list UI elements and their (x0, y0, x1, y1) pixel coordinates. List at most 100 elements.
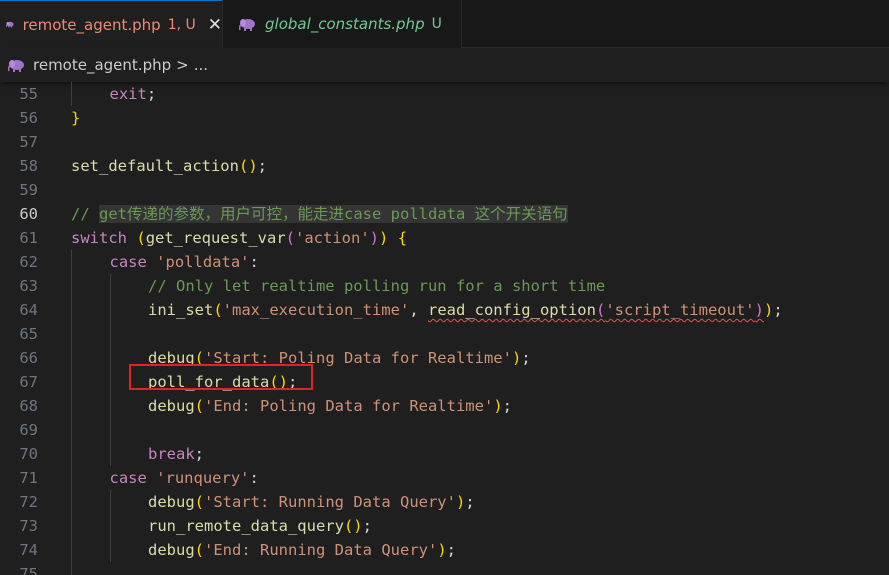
code-line[interactable]: 55 exit; (0, 82, 889, 106)
line-number: 65 (19, 325, 38, 343)
code-token: run_remote_data_query (148, 517, 344, 535)
indent-guide (109, 394, 111, 418)
breadcrumb-file[interactable]: remote_agent.php (33, 56, 171, 74)
code-line[interactable]: 73 run_remote_data_query(); (0, 514, 889, 538)
code-token: 'End: Poling Data for Realtime' (204, 397, 494, 415)
breadcrumb-more[interactable]: ... (194, 56, 208, 74)
code-line[interactable]: 56} (0, 106, 889, 130)
code-editor[interactable]: 55 exit; 56} 57 58 set_default_action(); 59 60/… (0, 82, 889, 575)
indent-guide (109, 418, 111, 442)
code-text: run_remote_data_query(); (148, 514, 372, 538)
code-token: // Only let realtime polling run for a s… (148, 277, 606, 295)
code-token: debug (148, 541, 195, 559)
code-token: // (71, 205, 99, 223)
tab-label: global_constants.php (265, 15, 425, 33)
code-token: read_config_option (427, 301, 596, 319)
tab-bar: remote_agent.php 1, U ✕ global_constants… (0, 0, 889, 48)
code-line[interactable]: 58 set_default_action(); (0, 154, 889, 178)
close-icon[interactable]: ✕ (208, 15, 222, 35)
code-line[interactable]: 74 debug('End: Running Data Query'); (0, 538, 889, 562)
code-line[interactable]: 65 (0, 322, 889, 346)
indent-guide (109, 346, 111, 370)
code-token: ( (194, 493, 205, 511)
code-token: ; (502, 397, 512, 415)
line-number: 67 (19, 373, 38, 391)
code-line[interactable]: 64 ini_set('max_execution_time', read_con… (0, 298, 889, 322)
indent-guide (71, 514, 72, 538)
code-text: exit; (110, 82, 157, 106)
code-token: ; (146, 85, 157, 103)
code-text: switch (get_request_var('action')) { (71, 226, 407, 250)
code-token: 'action' (295, 229, 370, 247)
indent-guide (109, 538, 111, 562)
indent-guide (109, 370, 111, 394)
indent-guide (71, 418, 72, 442)
indent-guide (71, 250, 72, 274)
code-token: ; (773, 301, 783, 319)
code-token: case (109, 469, 147, 487)
line-number: 70 (19, 445, 38, 463)
code-line[interactable]: 61 switch (get_request_var('action')) { (0, 226, 889, 250)
indent-guide (71, 298, 72, 322)
indent-guide (71, 82, 72, 106)
code-line[interactable]: 60 // get传递的参数，用户可控，能走进case polldata 这个开关… (0, 202, 889, 226)
chevron-right-icon: > (176, 56, 189, 74)
code-token: ; (465, 493, 475, 511)
php-elephant-icon (6, 21, 14, 28)
code-token: ( (595, 301, 606, 319)
tab-remote-agent[interactable]: remote_agent.php 1, U ✕ (0, 0, 222, 48)
code-token: 'End: Running Data Query' (204, 541, 438, 559)
highlight-box (129, 364, 313, 390)
line-number: 60 (19, 205, 38, 223)
code-token: ( (213, 301, 223, 319)
tab-global-constants[interactable]: global_constants.php U (222, 0, 462, 48)
indent-guide (71, 322, 72, 346)
code-token: ) (754, 301, 764, 319)
code-token: } (71, 109, 81, 127)
line-number: 57 (19, 133, 38, 151)
code-line[interactable]: 63 // Only let realtime polling run for a… (0, 274, 889, 298)
code-line[interactable]: 75 (0, 562, 889, 575)
code-line[interactable]: 62 case 'polldata': (0, 250, 889, 274)
line-number: 73 (19, 517, 38, 535)
line-number: 72 (19, 493, 38, 511)
tab-label: remote_agent.php (22, 15, 161, 34)
code-line[interactable]: 72 debug('Start: Running Data Query'); (0, 490, 889, 514)
php-elephant-icon (239, 18, 255, 31)
code-token: () (238, 157, 258, 175)
indent-guide (71, 562, 72, 575)
code-line[interactable]: 69 (0, 418, 889, 442)
line-number: 68 (19, 397, 38, 415)
code-token: ) (369, 229, 380, 247)
code-token: ini_set (148, 301, 214, 319)
code-token: () (343, 517, 363, 535)
line-number: 58 (19, 157, 38, 175)
line-number: 66 (19, 349, 38, 367)
code-token: ; (257, 157, 267, 175)
git-status-badge: U (431, 16, 442, 32)
code-token: ) (437, 541, 447, 559)
code-line[interactable]: 70 break; (0, 442, 889, 466)
code-line[interactable]: 57 (0, 130, 889, 154)
code-token: ) (379, 229, 389, 247)
code-token: break (148, 445, 195, 463)
code-token: 'polldata' (156, 253, 250, 271)
line-number: 69 (19, 421, 38, 439)
line-number: 55 (19, 85, 38, 103)
breadcrumb: remote_agent.php > ... (0, 48, 889, 82)
code-token: case (109, 253, 147, 271)
code-token: ) (511, 349, 522, 367)
code-token: ( (136, 229, 146, 247)
indent-guide (109, 514, 111, 538)
code-line[interactable]: 59 (0, 178, 889, 202)
code-text: set_default_action(); (71, 154, 267, 178)
indent-guide (71, 346, 72, 370)
code-token: set_default_action (71, 157, 239, 175)
code-line[interactable]: 71 case 'runquery': (0, 466, 889, 490)
code-text: break; (148, 442, 204, 466)
code-token: ) (455, 493, 466, 511)
code-token: get_request_var (145, 229, 286, 247)
code-line[interactable]: 68 debug('End: Poling Data for Realtime')… (0, 394, 889, 418)
